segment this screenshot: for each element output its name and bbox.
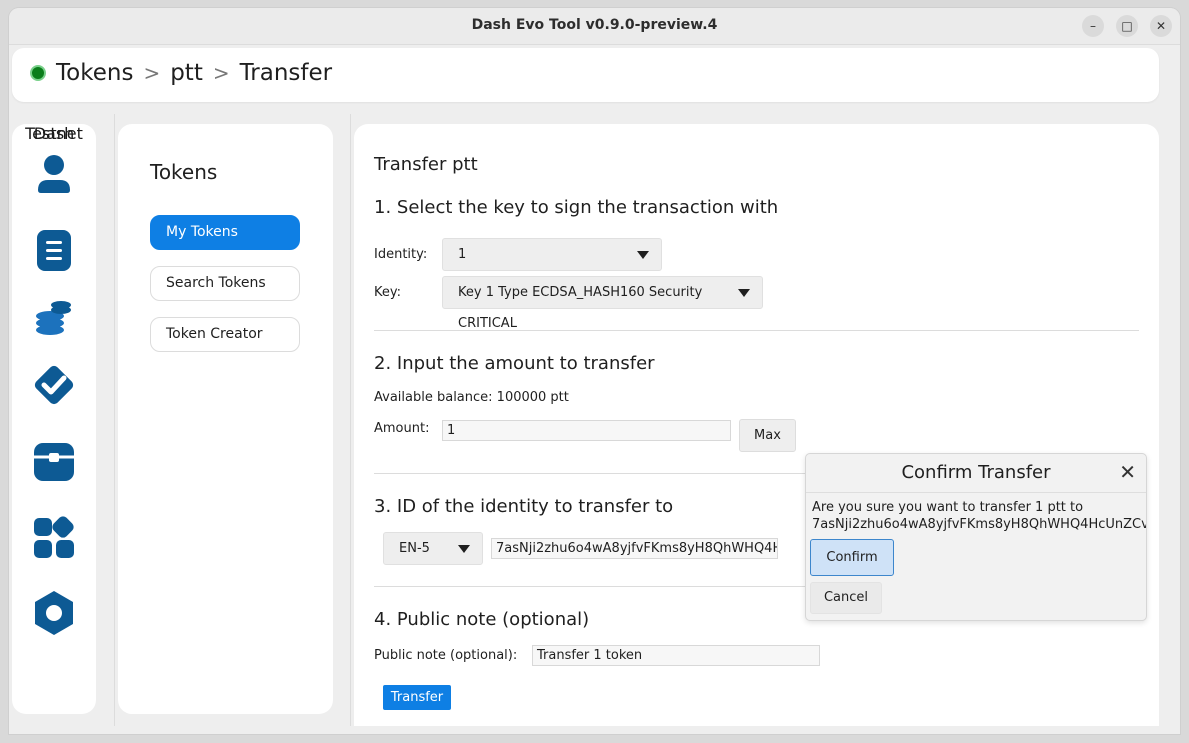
breadcrumb-transfer: Transfer (239, 60, 333, 86)
available-balance: Available balance: 100000 ptt (374, 390, 569, 405)
identity-label: Identity: (374, 247, 428, 262)
tokens-sidebar: Tokens My Tokens Search Tokens Token Cre… (118, 124, 333, 714)
step4-heading: 4. Public note (optional) (374, 609, 590, 630)
step3-heading: 3. ID of the identity to transfer to (374, 496, 674, 517)
breadcrumb: Tokens > ptt > Transfer (30, 60, 332, 86)
chevron-down-icon (637, 251, 649, 259)
key-label: Key: (374, 285, 402, 300)
breadcrumb-separator: > (212, 61, 230, 85)
close-window-button[interactable]: ✕ (1150, 15, 1172, 37)
transfer-button[interactable]: Transfer (383, 685, 451, 710)
settings-icon[interactable] (30, 589, 78, 637)
apps-icon[interactable] (30, 514, 78, 562)
dialog-title: Confirm Transfer (901, 462, 1051, 483)
transfer-panel: Transfer ptt 1. Select the key to sign t… (354, 124, 1159, 726)
recipient-type-select[interactable]: EN-5 (383, 532, 483, 565)
sidebar-item-my-tokens[interactable]: My Tokens (150, 215, 300, 250)
public-note-input[interactable]: Transfer 1 token (532, 645, 820, 666)
key-select-value: Key 1 Type ECDSA_HASH160 Security CRITIC… (458, 285, 703, 331)
amount-label: Amount: (374, 421, 430, 436)
network-label: Testnet (25, 124, 83, 143)
left-navigation: Dash Testnet (12, 124, 96, 714)
section-divider (374, 330, 1139, 331)
divider (114, 114, 115, 726)
check-icon[interactable] (30, 361, 78, 409)
sidebar-title: Tokens (150, 160, 218, 184)
breadcrumb-bar: Tokens > ptt > Transfer (12, 48, 1159, 102)
cancel-button[interactable]: Cancel (810, 582, 882, 614)
breadcrumb-ptt[interactable]: ptt (170, 60, 203, 86)
page-title: Transfer ptt (374, 154, 478, 175)
title-bar: Dash Evo Tool v0.9.0-preview.4 – □ ✕ (9, 8, 1180, 45)
chevron-down-icon (458, 545, 470, 553)
step1-heading: 1. Select the key to sign the transactio… (374, 197, 779, 218)
breadcrumb-separator: > (143, 61, 161, 85)
divider (350, 114, 351, 726)
key-select[interactable]: Key 1 Type ECDSA_HASH160 Security CRITIC… (442, 276, 763, 331)
amount-input[interactable]: 1 (442, 420, 731, 441)
sidebar-item-token-creator[interactable]: Token Creator (150, 317, 300, 352)
chevron-down-icon (738, 289, 750, 297)
close-icon[interactable]: ✕ (1119, 460, 1136, 484)
public-note-label: Public note (optional): (374, 648, 518, 663)
minimize-button[interactable]: – (1082, 15, 1104, 37)
confirm-transfer-dialog: Confirm Transfer ✕ Are you sure you want… (805, 453, 1147, 621)
recipient-type-value: EN-5 (399, 541, 430, 556)
contracts-icon[interactable] (30, 226, 78, 274)
breadcrumb-tokens[interactable]: Tokens (56, 60, 133, 86)
max-button[interactable]: Max (739, 419, 796, 452)
confirm-button[interactable]: Confirm (810, 539, 894, 576)
identity-icon[interactable] (30, 150, 78, 198)
identity-select[interactable]: 1 (442, 238, 662, 271)
tokens-stack-icon[interactable] (30, 294, 78, 342)
dialog-message-line: 7asNji2zhu6o4wA8yjfvFKms8yH8QhWHQ4HcUnZC… (812, 517, 1146, 532)
step2-heading: 2. Input the amount to transfer (374, 353, 655, 374)
window-title: Dash Evo Tool v0.9.0-preview.4 (471, 17, 718, 33)
connection-status-icon (30, 65, 46, 81)
identity-select-value: 1 (458, 247, 467, 262)
dialog-divider (806, 492, 1146, 493)
recipient-id-input[interactable]: 7asNji2zhu6o4wA8yjfvFKms8yH8QhWHQ4HcUnZC… (491, 538, 778, 559)
dialog-message: Are you sure you want to transfer 1 ptt … (812, 499, 1146, 533)
maximize-button[interactable]: □ (1116, 15, 1138, 37)
wallet-icon[interactable] (30, 437, 78, 485)
sidebar-item-search-tokens[interactable]: Search Tokens (150, 266, 300, 301)
dialog-message-line: Are you sure you want to transfer 1 ptt … (812, 500, 1084, 515)
